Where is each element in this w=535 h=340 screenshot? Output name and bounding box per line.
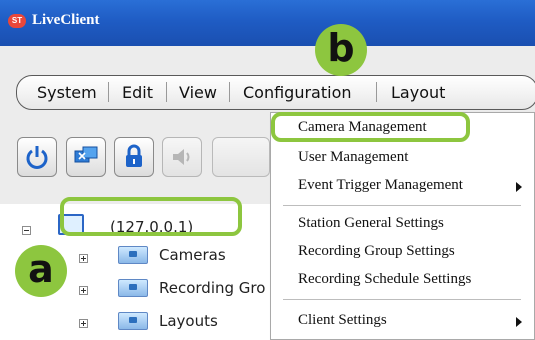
menu-item-recording-group-settings[interactable]: Recording Group Settings	[298, 243, 455, 260]
annotation-a: a	[15, 245, 67, 297]
submenu-arrow-icon	[516, 317, 522, 327]
menu-bar: System Edit View Configuration Layout	[16, 75, 535, 110]
monitor-sync-button[interactable]	[66, 137, 106, 177]
recording-group-expander[interactable]	[79, 286, 88, 295]
menu-separator	[166, 82, 167, 102]
root-highlight	[60, 197, 242, 236]
tree-item-cameras[interactable]: Cameras	[159, 246, 226, 264]
menu-item-event-trigger-management[interactable]: Event Trigger Management	[298, 177, 463, 194]
menu-item-client-settings[interactable]: Client Settings	[298, 312, 387, 329]
cameras-expander[interactable]	[79, 254, 88, 263]
menu-configuration[interactable]: Configuration	[243, 83, 352, 102]
menu-item-user-management[interactable]: User Management	[298, 149, 408, 166]
monitor-sync-icon	[67, 138, 105, 176]
menu-divider	[283, 205, 521, 206]
folder-icon	[118, 279, 148, 297]
menu-edit[interactable]: Edit	[122, 83, 153, 102]
root-expander[interactable]	[22, 226, 31, 235]
tree-item-recording-group[interactable]: Recording Gro	[159, 279, 265, 297]
menu-item-recording-schedule-settings[interactable]: Recording Schedule Settings	[298, 271, 471, 288]
menu-separator	[108, 82, 109, 102]
configuration-dropdown: Camera Management User Management Event …	[270, 112, 535, 340]
layouts-expander[interactable]	[79, 319, 88, 328]
speaker-button[interactable]	[162, 137, 202, 177]
submenu-arrow-icon	[516, 182, 522, 192]
toolbar-hidden-button[interactable]	[212, 137, 270, 177]
window-title: LiveClient	[32, 12, 100, 28]
menu-item-station-general-settings[interactable]: Station General Settings	[298, 215, 444, 232]
folder-icon	[118, 246, 148, 264]
folder-icon	[118, 312, 148, 330]
menu-layout[interactable]: Layout	[391, 83, 445, 102]
menu-divider	[283, 299, 521, 300]
lock-button[interactable]	[114, 137, 154, 177]
title-bar: ST LiveClient	[0, 0, 535, 46]
menu-system[interactable]: System	[37, 83, 97, 102]
lock-icon	[115, 138, 153, 176]
app-window: ST LiveClient System Edit View Configura…	[0, 0, 535, 340]
menu-separator	[229, 82, 230, 102]
power-icon	[18, 138, 56, 176]
app-logo-icon: ST	[8, 14, 26, 28]
menu-view[interactable]: View	[179, 83, 217, 102]
menu-separator	[376, 82, 377, 102]
tree-item-layouts[interactable]: Layouts	[159, 312, 218, 330]
camera-management-highlight	[271, 112, 470, 142]
power-button[interactable]	[17, 137, 57, 177]
speaker-icon	[163, 138, 201, 176]
annotation-b: b	[315, 24, 367, 76]
